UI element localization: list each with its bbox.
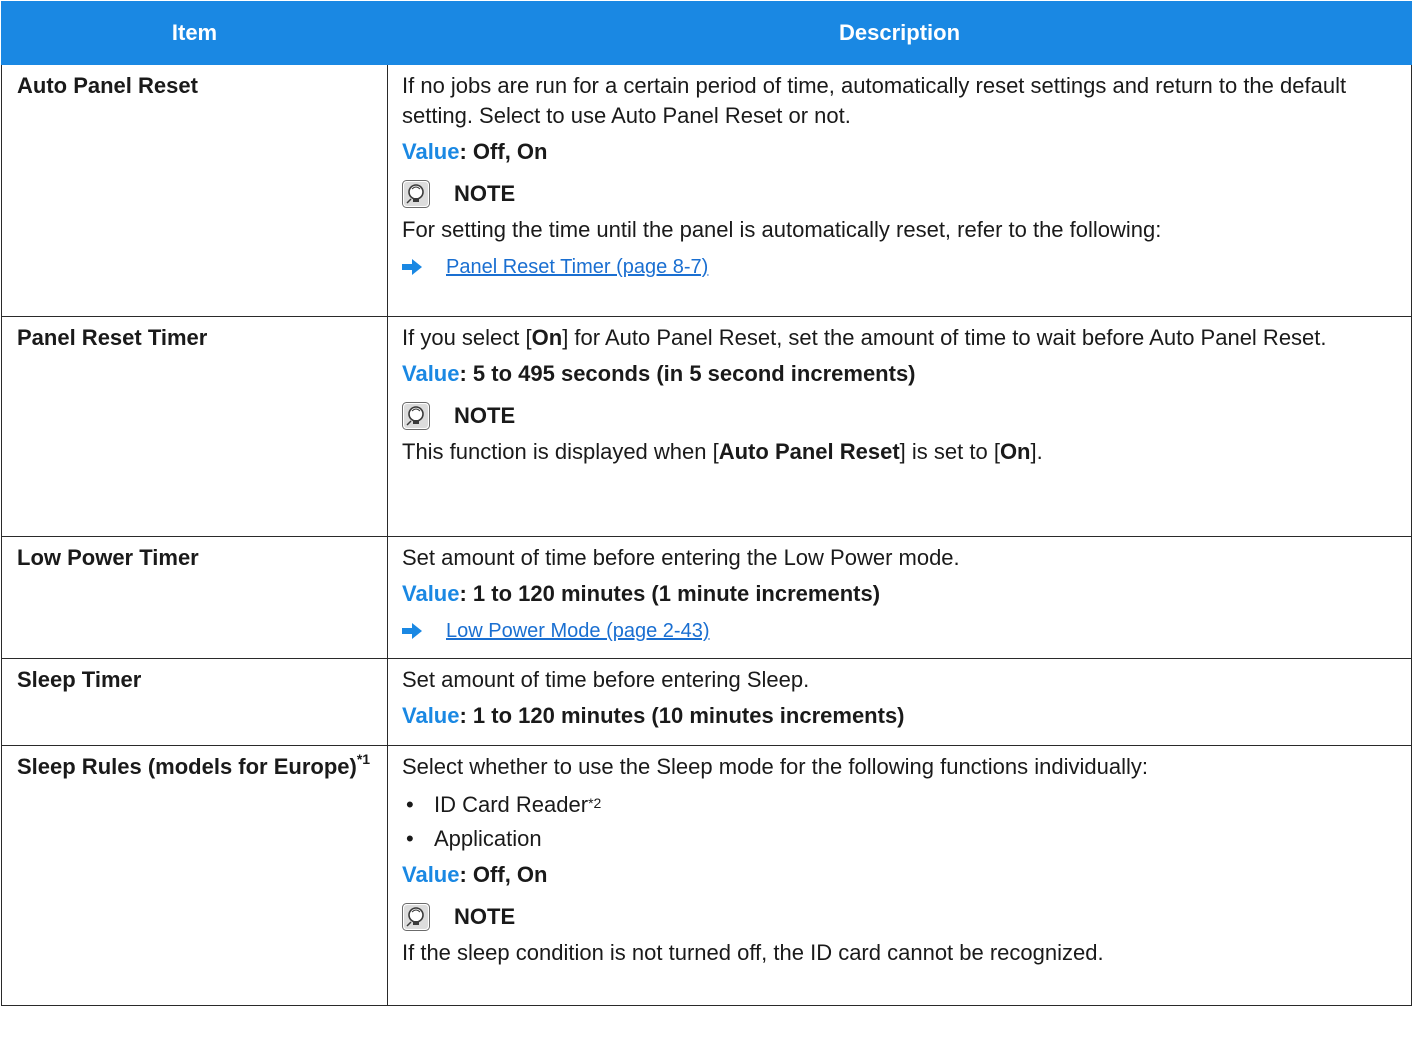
arrow-right-icon <box>402 259 422 275</box>
list-item: • ID Card Reader *2 <box>402 788 1397 822</box>
note-label: NOTE <box>454 403 516 428</box>
list-item-text: Application <box>434 826 542 851</box>
note-label: NOTE <box>454 181 516 206</box>
description-text: If no jobs are run for a certain period … <box>402 73 1347 128</box>
note-text: For setting the time until the panel is … <box>402 217 1162 242</box>
description-column-header: Description <box>387 1 1412 65</box>
bullet-marker: • <box>406 792 414 817</box>
note-label: NOTE <box>454 904 516 929</box>
description-text: If you select [On] for Auto Panel Reset,… <box>402 323 1397 353</box>
table-row: Auto Panel Reset If no jobs are run for … <box>1 64 1412 317</box>
footnote-marker: *1 <box>356 750 371 767</box>
value-line: Value: 1 to 120 minutes (10 minutes incr… <box>402 701 1397 731</box>
table-row: Low Power Timer Set amount of time befor… <box>1 536 1412 659</box>
text-fragment: ]. <box>1030 439 1043 464</box>
item-name: Auto Panel Reset <box>1 64 388 317</box>
description-cell: If no jobs are run for a certain period … <box>387 64 1412 317</box>
table-header-row: Item Description <box>1 1 1412 65</box>
value-label: Value <box>402 139 460 164</box>
description-text: Set amount of time before entering Sleep… <box>402 667 810 692</box>
item-column-header: Item <box>1 1 388 65</box>
description-cell: Set amount of time before entering the L… <box>387 536 1412 659</box>
item-name: Panel Reset Timer <box>1 316 388 537</box>
value-text: : 1 to 120 minutes (1 minute increments) <box>459 581 881 606</box>
arrow-right-icon <box>402 623 422 639</box>
note-bulb-icon <box>402 402 430 430</box>
value-text: : 1 to 120 minutes (10 minutes increment… <box>459 703 905 728</box>
item-name-text: Sleep Rules (models for Europe) <box>17 754 357 779</box>
note-bulb-icon <box>402 903 430 931</box>
reference-link[interactable]: Panel Reset Timer (page 8-7) <box>446 252 708 282</box>
description-text: Set amount of time before entering the L… <box>402 545 960 570</box>
table-row: Panel Reset Timer If you select [On] for… <box>1 316 1412 537</box>
value-label: Value <box>402 862 460 887</box>
note-bulb-icon <box>402 180 430 208</box>
note-header: NOTE <box>402 902 1397 932</box>
description-cell: If you select [On] for Auto Panel Reset,… <box>387 316 1412 537</box>
value-line: Value: Off, On <box>402 860 1397 890</box>
text-bold: Auto Panel Reset <box>718 439 900 464</box>
value-line: Value: 1 to 120 minutes (1 minute increm… <box>402 579 1397 609</box>
note-text: If the sleep condition is not turned off… <box>402 940 1104 965</box>
list-item: • Application <box>402 822 1397 856</box>
text-bold: On <box>531 325 563 350</box>
value-label: Value <box>402 703 460 728</box>
note-header: NOTE <box>402 179 1397 209</box>
text-fragment: This function is displayed when [ <box>402 439 719 464</box>
item-name: Low Power Timer <box>1 536 388 659</box>
note-header: NOTE <box>402 401 1397 431</box>
reference-link[interactable]: Low Power Mode (page 2-43) <box>446 616 709 646</box>
bullet-marker: • <box>406 826 414 851</box>
text-fragment: If you select [ <box>402 325 532 350</box>
description-cell: Set amount of time before entering Sleep… <box>387 658 1412 746</box>
description-text: Select whether to use the Sleep mode for… <box>402 754 1148 779</box>
value-label: Value <box>402 361 460 386</box>
settings-table: Item Description Auto Panel Reset If no … <box>1 1 1412 1006</box>
reference-link-row: Panel Reset Timer (page 8-7) <box>402 251 1397 283</box>
note-text: This function is displayed when [Auto Pa… <box>402 437 1397 467</box>
item-name: Sleep Timer <box>1 658 388 746</box>
table-row: Sleep Rules (models for Europe)*1 Select… <box>1 745 1412 1006</box>
description-cell: Select whether to use the Sleep mode for… <box>387 745 1412 1006</box>
list-item-text: ID Card Reader <box>434 792 589 817</box>
value-line: Value: Off, On <box>402 137 1397 167</box>
value-text: : 5 to 495 seconds (in 5 second incremen… <box>459 361 916 386</box>
text-bold: On <box>999 439 1031 464</box>
item-name: Sleep Rules (models for Europe)*1 <box>1 745 388 1006</box>
table-row: Sleep Timer Set amount of time before en… <box>1 658 1412 746</box>
reference-link-row: Low Power Mode (page 2-43) <box>402 615 1397 647</box>
value-text: : Off, On <box>459 139 548 164</box>
value-line: Value: 5 to 495 seconds (in 5 second inc… <box>402 359 1397 389</box>
value-label: Value <box>402 581 460 606</box>
value-text: : Off, On <box>459 862 548 887</box>
text-fragment: ] is set to [ <box>899 439 1000 464</box>
text-fragment: ] for Auto Panel Reset, set the amount o… <box>562 325 1327 350</box>
